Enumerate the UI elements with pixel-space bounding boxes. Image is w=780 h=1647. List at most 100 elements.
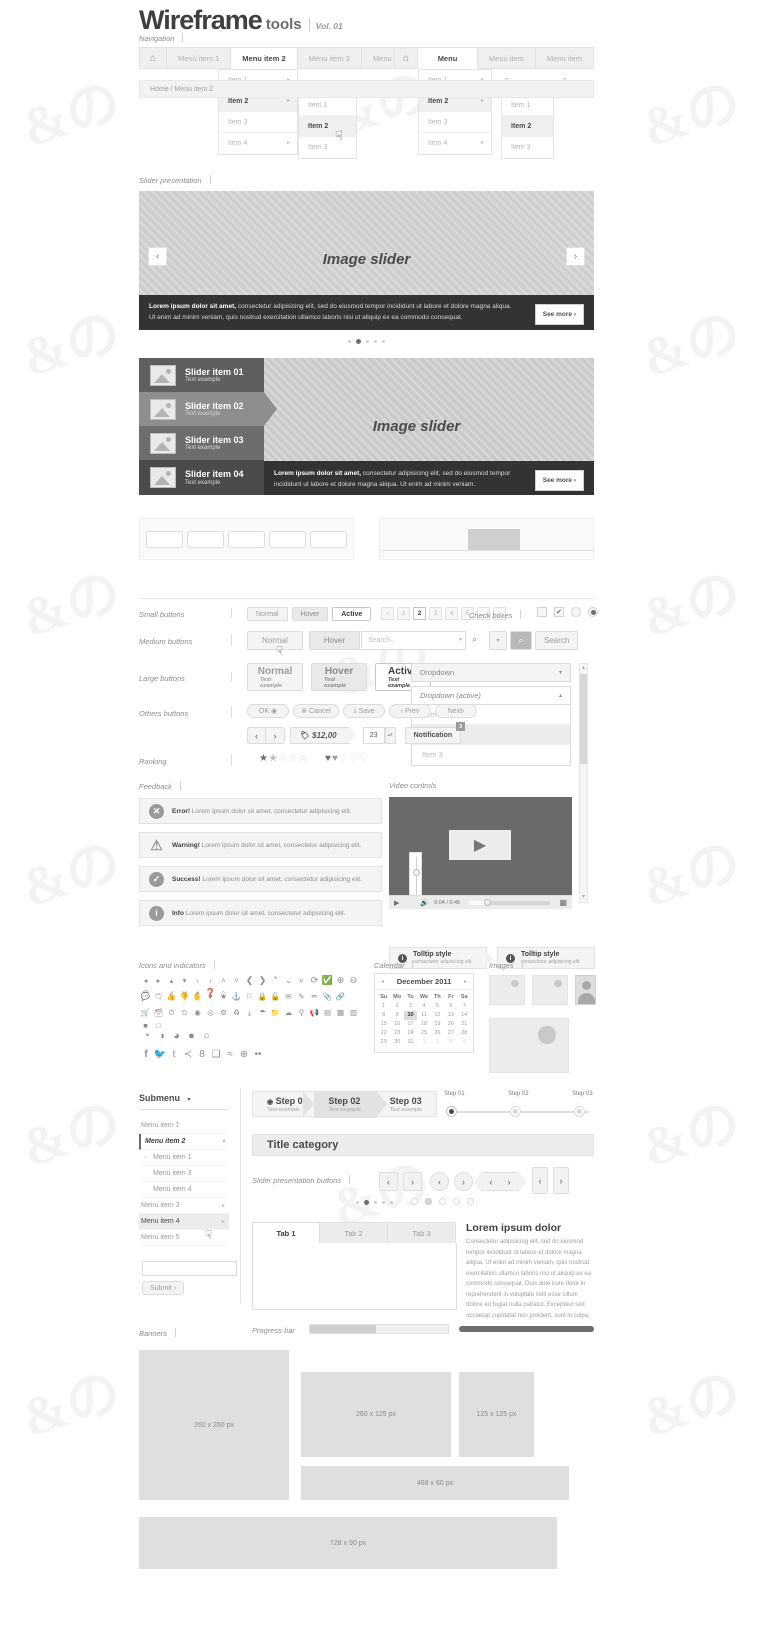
scrollbar-track[interactable]: ▴ ▾ (579, 663, 588, 903)
dot[interactable] (348, 340, 351, 343)
thumb-active[interactable] (468, 529, 520, 551)
ranking-hearts[interactable]: ♥♥♡♡♡ (325, 753, 369, 764)
save-button[interactable]: ⤓ Save (343, 704, 385, 718)
button-normal-medium[interactable]: Normal (247, 631, 303, 650)
calendar-next-button[interactable]: ▸ (464, 978, 467, 985)
tab-3[interactable]: Tab 3 (388, 1222, 456, 1244)
nav-tab-b-menu-item-3[interactable]: Menu item 3 (535, 47, 595, 85)
nav-tab-menu-item-1[interactable]: Menu item 1 (167, 47, 232, 69)
button-hover-large[interactable]: Hover Text example (311, 663, 367, 691)
tab-1[interactable]: Tab 1 (252, 1222, 320, 1244)
dropdown-option[interactable]: Item 3 (412, 745, 570, 765)
calendar-day[interactable]: 23 (390, 1029, 403, 1038)
slider-list-item[interactable]: Slider item 03 Text example (139, 426, 264, 460)
calendar-day[interactable]: 24 (404, 1029, 417, 1038)
button-hover-small[interactable]: Hover (291, 607, 329, 621)
dot-outline[interactable] (438, 1198, 446, 1205)
slider-prev-button-round[interactable]: ‹ (430, 1172, 449, 1191)
tab-2[interactable]: Tab 2 (320, 1222, 388, 1244)
home-icon[interactable]: ⌂ (139, 47, 167, 69)
submit-button[interactable]: Submit › (142, 1281, 185, 1295)
calendar-day[interactable]: 3 (404, 1002, 417, 1011)
dot-active[interactable] (356, 339, 361, 344)
thumb-cell[interactable] (228, 531, 265, 548)
dropdown-item[interactable]: Item 4 ▸ (419, 133, 491, 154)
step-dot-active[interactable] (446, 1106, 457, 1117)
thumb-cell[interactable] (310, 531, 347, 548)
magnifier-icon[interactable]: ⌕ (472, 634, 477, 645)
video-progress-track[interactable] (469, 898, 551, 906)
nav-tab-b-menu-item-2[interactable]: Menu item 2 (477, 47, 536, 85)
calendar-day-selected[interactable]: 10 (403, 1011, 418, 1020)
flyout-item-active[interactable]: Item 2 (502, 116, 553, 137)
radio-selected[interactable] (588, 607, 598, 617)
submenu-text-input[interactable] (142, 1261, 237, 1276)
pagination-prev[interactable]: ‹ (381, 607, 394, 620)
calendar-day[interactable]: 6 (444, 1002, 457, 1011)
volume-slider-thumb[interactable] (413, 869, 420, 876)
slider-prev-button-square[interactable]: ‹ (379, 1172, 398, 1191)
volume-icon[interactable]: 🔊 (420, 899, 429, 907)
ranking-stars[interactable]: ★✭☆☆☆ (259, 753, 308, 764)
search-dropdown-caret[interactable]: ▾ (459, 636, 462, 643)
calendar-day[interactable]: 15 (377, 1020, 390, 1029)
pagination-page-1[interactable]: 1 (397, 607, 410, 620)
calendar-day[interactable]: 21 (458, 1020, 471, 1029)
nav-tab-b-menu-item-1[interactable]: Menu item 1 (418, 47, 478, 85)
calendar-day[interactable]: 18 (417, 1020, 430, 1029)
calendar-day[interactable]: 25 (417, 1029, 430, 1038)
dot-active[interactable] (363, 1200, 369, 1205)
scrollbar-down-arrow[interactable]: ▾ (580, 893, 587, 902)
flyout-item-active[interactable]: Item 2 (299, 116, 356, 137)
step-dot[interactable] (510, 1106, 521, 1117)
slider-list-item[interactable]: Slider item 04 Text example (139, 460, 264, 495)
button-active-small[interactable]: Active (332, 607, 372, 621)
calendar-day[interactable]: 30 (390, 1038, 403, 1047)
calendar-day[interactable]: 29 (377, 1038, 390, 1047)
quantity-stepper[interactable]: ▴▾ (384, 727, 396, 744)
calendar-day[interactable]: 22 (377, 1029, 390, 1038)
calendar-day[interactable]: 4 (417, 1002, 430, 1011)
dot[interactable] (389, 1201, 393, 1204)
calendar-day[interactable]: 31 (404, 1038, 417, 1047)
calendar-day[interactable]: 17 (404, 1020, 417, 1029)
calendar-day[interactable]: 11 (417, 1011, 430, 1020)
submenu-item[interactable]: Menu item 3 ▸ (139, 1198, 229, 1214)
flyout-item[interactable]: Item 1 (502, 95, 553, 116)
slider-next-button[interactable]: › (566, 247, 585, 266)
submenu-subitem[interactable]: Menu item 3 (139, 1166, 229, 1182)
notification-button[interactable]: Notification 3 (404, 722, 466, 744)
nav-tab-menu-item-2[interactable]: Menu item 2 (231, 47, 298, 69)
dot-outline[interactable] (466, 1198, 474, 1205)
checkbox-empty[interactable] (537, 607, 547, 617)
calendar-day[interactable]: 12 (431, 1011, 444, 1020)
pagination-page-3[interactable]: 3 (429, 607, 442, 620)
calendar-day-muted[interactable]: 4 (458, 1038, 471, 1047)
play-icon[interactable]: ▶ (394, 899, 399, 907)
dot[interactable] (381, 1201, 385, 1204)
thumb-cell[interactable] (146, 531, 183, 548)
calendar-day[interactable]: 9 (390, 1011, 403, 1020)
submenu-subitem[interactable]: ⌐ Menu item 1 (139, 1150, 229, 1166)
cancel-button[interactable]: ⊗ Cancel (293, 704, 339, 718)
slider-next-button-round[interactable]: › (454, 1172, 473, 1191)
video-progress-thumb[interactable] (483, 898, 491, 906)
nav-tab-menu-item-3[interactable]: Menu item 3 (297, 47, 362, 69)
calendar-day[interactable]: 28 (458, 1029, 471, 1038)
calendar-day-muted[interactable]: 3 (444, 1038, 457, 1047)
calendar-day[interactable]: 19 (431, 1020, 444, 1029)
slider-next-button-square[interactable]: › (403, 1172, 422, 1191)
calendar-day[interactable]: 8 (377, 1011, 390, 1020)
volume-slider[interactable] (409, 852, 422, 899)
pagination-page-4[interactable]: 4 (445, 607, 458, 620)
calendar-day[interactable]: 2 (390, 1002, 403, 1011)
dot-outline-active[interactable] (424, 1198, 432, 1205)
dropdown-item[interactable]: Item 4 ▸ (219, 133, 297, 154)
dot[interactable] (382, 340, 385, 343)
calendar-day[interactable]: 14 (458, 1011, 471, 1020)
slider-next-button-tall[interactable]: › (553, 1167, 569, 1194)
next-button[interactable]: Next › (435, 704, 477, 718)
scrollbar-thumb[interactable] (580, 674, 587, 764)
flyout-item[interactable]: Item 3 (299, 137, 356, 158)
dot[interactable] (373, 1201, 377, 1204)
